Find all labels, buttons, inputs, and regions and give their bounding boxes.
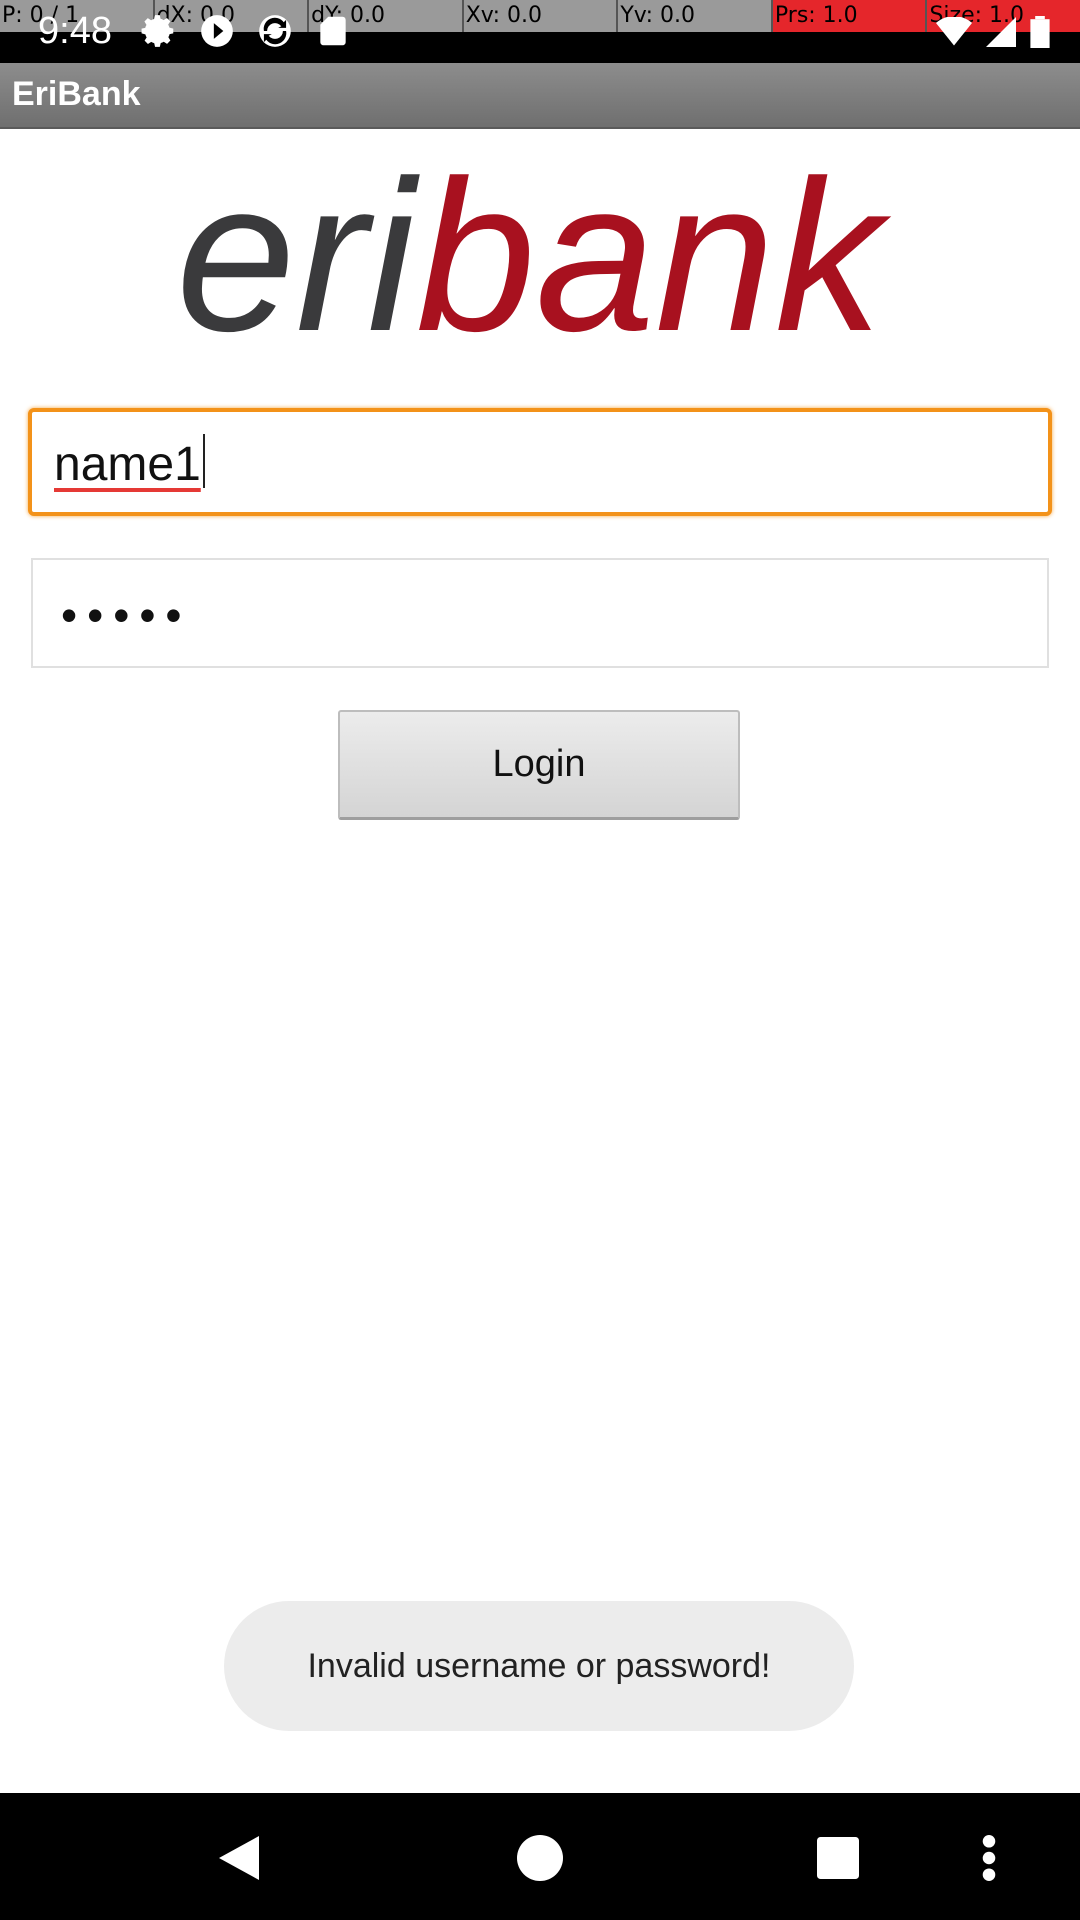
action-bar: EriBank	[0, 63, 1080, 129]
wifi-icon	[936, 17, 972, 46]
notification-icons	[140, 12, 352, 50]
recents-icon	[817, 1837, 859, 1879]
status-time: 9:48	[38, 10, 112, 52]
error-toast: Invalid username or password!	[224, 1601, 854, 1731]
sd-card-icon	[320, 16, 346, 46]
logo-text-eri: eri	[176, 160, 420, 360]
password-mask: •••••	[61, 589, 192, 641]
username-text-wrapper: name1	[54, 434, 205, 492]
pointer-yv: Yv: 0.0	[618, 0, 773, 32]
pointer-xv: Xv: 0.0	[463, 0, 619, 32]
text-caret	[202, 434, 205, 488]
back-icon	[219, 1836, 259, 1880]
overflow-menu-button[interactable]	[954, 1823, 1024, 1893]
logo-text-bank: bank	[416, 160, 892, 360]
recents-button[interactable]	[803, 1823, 873, 1893]
pointer-pressure: Prs: 1.0	[772, 0, 928, 32]
eribank-logo: eri bank	[176, 160, 892, 360]
play-icon	[201, 15, 233, 47]
app-title: EriBank	[12, 75, 141, 113]
home-button[interactable]	[505, 1823, 575, 1893]
login-button[interactable]: Login	[338, 710, 740, 820]
username-value: name1	[54, 438, 201, 491]
username-input[interactable]: name1	[28, 408, 1052, 516]
toast-message: Invalid username or password!	[307, 1646, 771, 1685]
system-icons	[936, 16, 1050, 48]
back-button[interactable]	[204, 1823, 274, 1893]
status-bar: P: 0 / 1 dX: 0.0 dY: 0.0 Xv: 0.0 Yv: 0.0…	[0, 0, 1080, 63]
menu-icon	[982, 1835, 996, 1881]
signal-icon	[986, 17, 1016, 47]
navigation-bar	[0, 1793, 1080, 1920]
sync-icon	[259, 15, 291, 47]
settings-icon	[141, 15, 174, 47]
battery-icon	[1030, 16, 1050, 48]
password-input[interactable]: •••••	[31, 558, 1049, 668]
home-icon	[517, 1835, 563, 1881]
